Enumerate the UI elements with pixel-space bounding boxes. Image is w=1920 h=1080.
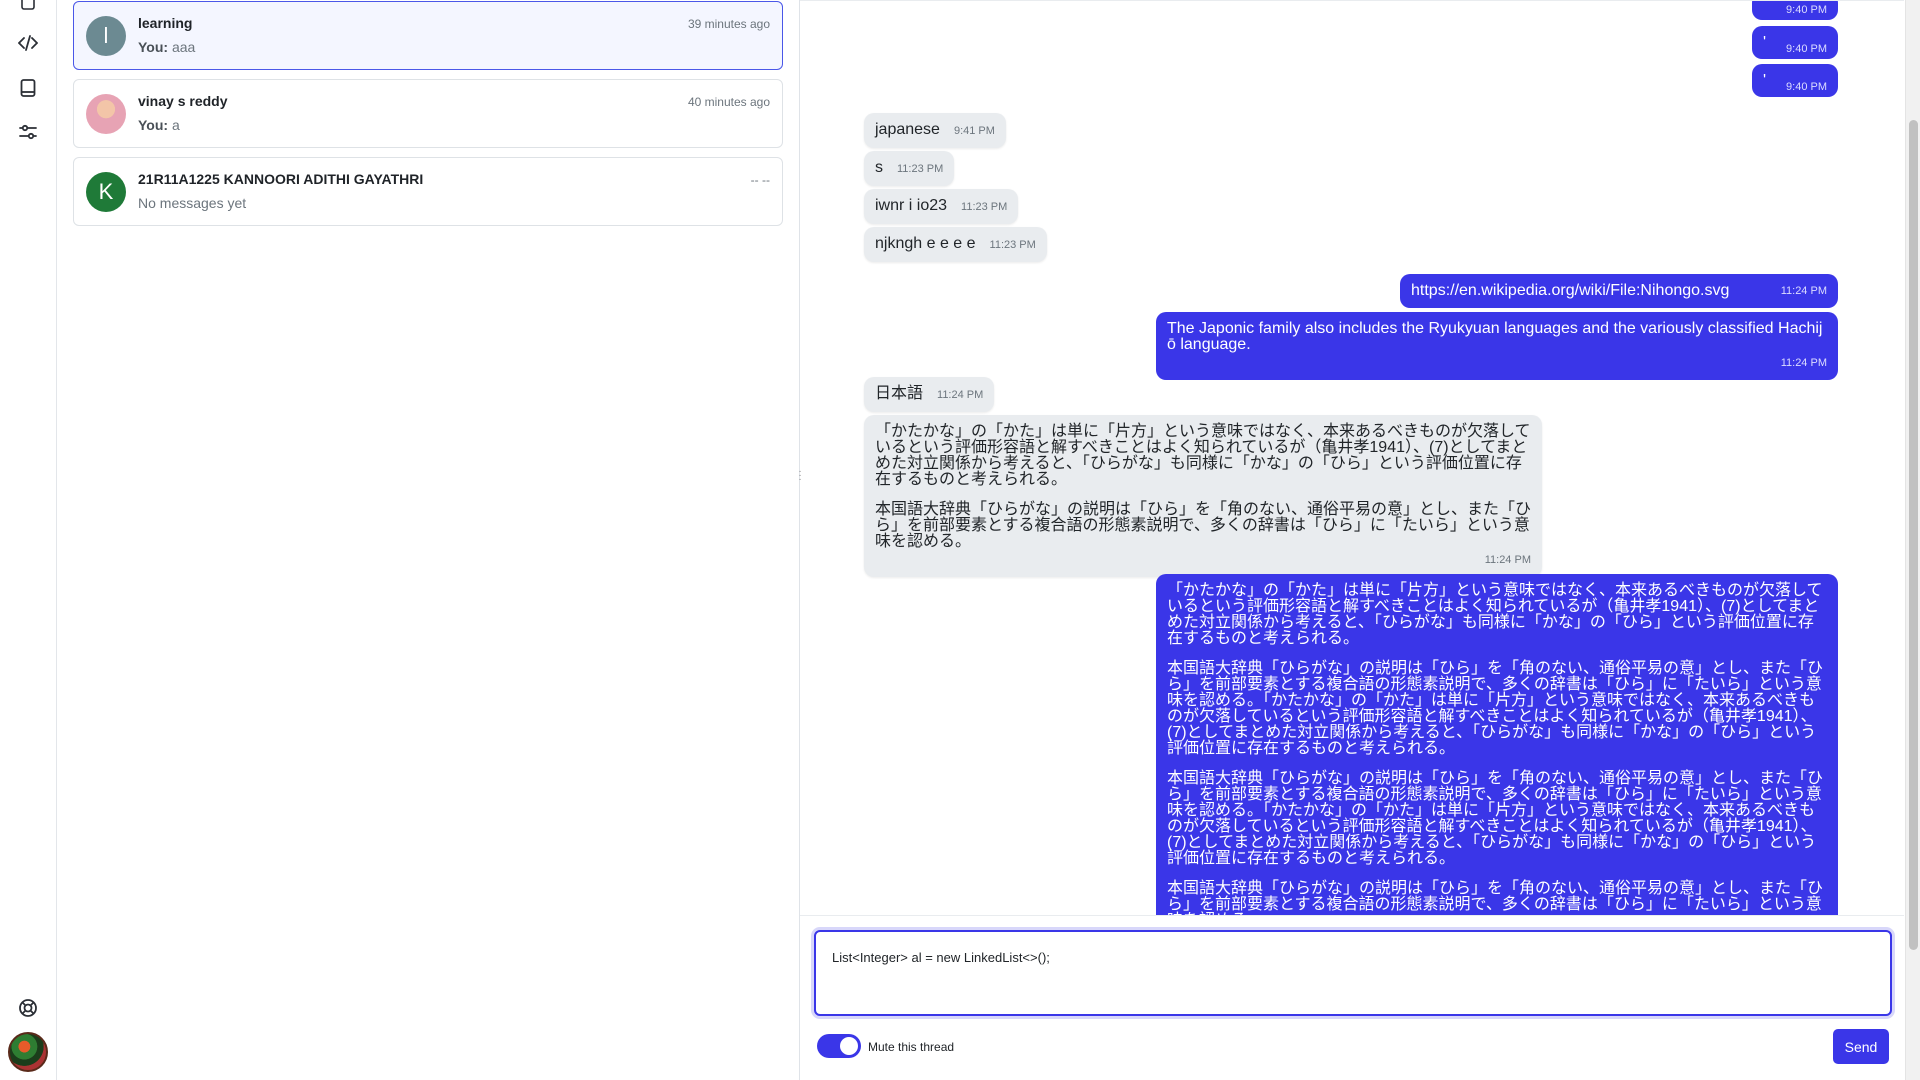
- message-bubble: 「かたかな」の「かた」は単に「片方」という意味ではなく、本来あるべきものが欠落し…: [864, 415, 1542, 577]
- message-time: 11:24 PM: [1780, 285, 1827, 297]
- preview-text: No messages yet: [138, 195, 247, 211]
- message-paragraph: 「かたかな」の「かた」は単に「片方」という意味ではなく、本来あるべきものが欠落し…: [1167, 582, 1823, 647]
- mute-toggle[interactable]: [817, 1034, 861, 1058]
- thread-preview: No messages yet: [138, 195, 246, 211]
- message-bubble: ' 9:40 PM: [1752, 64, 1838, 97]
- thread-time: 40 minutes ago: [687, 95, 770, 109]
- message-composer: List<Integer> al = new LinkedList<>(); M…: [800, 915, 1904, 1080]
- message-time: 9:40 PM: [1786, 81, 1827, 93]
- message-time: 11:23 PM: [961, 201, 1008, 213]
- sliders-icon[interactable]: [17, 121, 39, 143]
- message-paragraph: 「かたかな」の「かた」は単に「片方」という意味ではなく、本来あるべきものが欠落し…: [875, 423, 1531, 488]
- thread-name: learning: [138, 15, 193, 31]
- thread-list: l learning 39 minutes ago You: aaa vinay…: [57, 0, 800, 1080]
- thread-item-kannoori-adithi-gayathri[interactable]: K 21R11A1225 KANNOORI ADITHI GAYATHRI --…: [73, 157, 783, 226]
- message-text: njkngh e e e e: [875, 235, 976, 252]
- message-time: 11:23 PM: [989, 239, 1036, 251]
- message-paragraph: 本国語大辞典「ひらがな」の説明は「ひら」を「角のない、通俗平易の意」とし、また「…: [1167, 770, 1824, 867]
- message-paragraph: 本国語大辞典「ひらがな」の説明は「ひら」を「角のない、通俗平易の意」とし、また「…: [1167, 880, 1824, 916]
- book-icon[interactable]: [17, 77, 39, 99]
- message-time: 11:24 PM: [937, 389, 984, 401]
- message-time: 9:41 PM: [953, 125, 995, 137]
- message-bubble: japanese 9:41 PM: [864, 113, 1006, 148]
- icon-rail: [0, 0, 57, 1080]
- thread-time: -- --: [750, 173, 770, 187]
- message-text: japanese: [875, 121, 940, 138]
- message-bubble: 日本語 11:24 PM: [864, 377, 995, 412]
- send-button[interactable]: Send: [1833, 1029, 1889, 1064]
- avatar: [86, 94, 126, 134]
- message-bubble: 9:40 PM: [1752, 1, 1838, 20]
- preview-prefix: You:: [138, 39, 169, 55]
- message-text: ': [1763, 72, 1767, 89]
- message-list: 9:40 PM ' 9:40 PM ' 9:40 PM japanese 9:41 P…: [800, 0, 1904, 915]
- scrollbar-thumb[interactable]: [1909, 120, 1918, 950]
- thread-name: vinay s reddy: [138, 93, 228, 109]
- message-paragraph: 本国語大辞典「ひらがな」の説明は「ひら」を「角のない、通俗平易の意」とし、また「…: [875, 501, 1532, 550]
- thread-preview: You: a: [138, 117, 180, 133]
- preview-text: a: [171, 117, 180, 133]
- message-paragraph: 本国語大辞典「ひらがな」の説明は「ひら」を「角のない、通俗平易の意」とし、また「…: [1167, 660, 1824, 757]
- toggle-knob: [840, 1037, 858, 1055]
- message-text: s: [875, 159, 883, 176]
- thread-preview: You: aaa: [138, 39, 195, 55]
- message-text: iwnr i io23: [875, 197, 948, 214]
- message-bubble: iwnr i io23 11:23 PM: [864, 189, 1019, 224]
- message-time: 9:40 PM: [1786, 4, 1827, 16]
- message-bubble: s 11:23 PM: [864, 151, 955, 186]
- message-text: ': [1763, 34, 1767, 51]
- message-bubble: ' 9:40 PM: [1752, 26, 1838, 59]
- thread-item-vinay-s-reddy[interactable]: vinay s reddy 40 minutes ago You: a: [73, 79, 783, 148]
- thread-item-learning[interactable]: l learning 39 minutes ago You: aaa: [73, 1, 783, 70]
- message-bubble: 「かたかな」の「かた」は単に「片方」という意味ではなく、本来あるべきものが欠落し…: [1156, 574, 1838, 915]
- message-text: 日本語: [875, 385, 924, 402]
- code-icon[interactable]: [17, 32, 39, 54]
- message-text: The Japonic family also includes the Ryu…: [1167, 320, 1823, 353]
- message-bubble: https://en.wikipedia.org/wiki/File:Nihon…: [1400, 274, 1838, 308]
- mute-label: Mute this thread: [868, 1040, 955, 1054]
- preview-text: aaa: [171, 39, 196, 55]
- message-bubble: The Japonic family also includes the Ryu…: [1156, 312, 1838, 380]
- thread-time: 39 minutes ago: [687, 17, 770, 31]
- user-avatar[interactable]: [8, 1032, 48, 1072]
- thread-name: 21R11A1225 KANNOORI ADITHI GAYATHRI: [138, 171, 424, 187]
- home-icon[interactable]: [17, 0, 39, 14]
- message-link[interactable]: https://en.wikipedia.org/wiki/File:Nihon…: [1411, 282, 1729, 299]
- avatar: K: [86, 172, 126, 212]
- help-icon[interactable]: [17, 997, 39, 1019]
- message-time: 9:40 PM: [1786, 43, 1827, 55]
- message-time: 11:23 PM: [897, 163, 944, 175]
- message-time: 11:24 PM: [1780, 357, 1827, 369]
- message-time: 11:24 PM: [1484, 554, 1531, 566]
- chat-scrollbar[interactable]: [1905, 0, 1920, 1080]
- message-bubble: njkngh e e e e 11:23 PM: [864, 227, 1047, 262]
- message-input[interactable]: List<Integer> al = new LinkedList<>();: [814, 930, 1892, 1016]
- avatar: l: [86, 16, 126, 56]
- preview-prefix: You:: [138, 117, 169, 133]
